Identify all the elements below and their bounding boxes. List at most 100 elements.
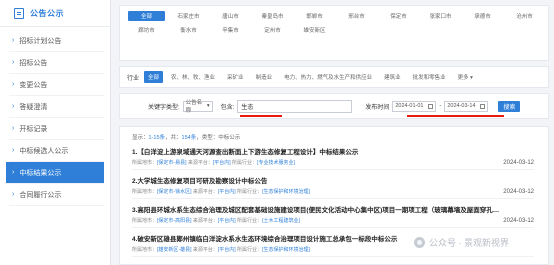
- sidebar-item-label: 变更公告: [19, 81, 48, 89]
- keyword-value: 生态: [241, 104, 254, 111]
- watermark: 公众号 · 景观新视界: [414, 236, 509, 249]
- result-date: 2024-03-12: [503, 218, 534, 224]
- meta-label: 所属行业：: [232, 160, 258, 166]
- industry-label: 行业: [127, 75, 140, 82]
- meta-label: 所属地市：: [132, 218, 158, 224]
- meta-label: 所属地市：: [132, 247, 158, 253]
- watermark-text: 公众号 · 景观新视界: [429, 238, 509, 248]
- region-filter: 全部 石家庄市 唐山市 秦皇岛市 邯郸市 邢台市 保定市 张家口市 承德市 沧州…: [119, 5, 549, 61]
- sidebar-item-opening-record[interactable]: › 开标记录: [9, 118, 104, 140]
- keyword-type-label: 关键字类型:: [148, 104, 180, 111]
- highlight-underline-keyword: [240, 115, 282, 117]
- city-tag[interactable]: [保定市-高阳县]: [157, 218, 191, 224]
- region-all[interactable]: 全部: [128, 11, 165, 21]
- source-tag[interactable]: [平台内]: [218, 247, 236, 253]
- region-handan[interactable]: 邯郸市: [296, 11, 333, 21]
- list-item: 2.大学城生态修复项目可研及勘察设计中标公告 所属地市：[保定市-徐水区] 来源…: [132, 170, 534, 199]
- sidebar: 公告公示 › 招标计划公告 › 招标公告 › 变更公告 › 答疑澄清 › 开标记录 › 中标…: [0, 0, 111, 265]
- more-label: 更多: [457, 75, 469, 81]
- chevron-right-icon: ›: [12, 59, 15, 66]
- region-xinji[interactable]: 辛集市: [212, 25, 249, 35]
- result-title-link[interactable]: 1.【白洋淀上游泉域通天河源查出断面上下游生态修复工程设计】中标结果公示: [132, 141, 534, 156]
- meta-label: 所属行业：: [237, 189, 263, 195]
- region-cangzhou[interactable]: 沧州市: [506, 11, 543, 21]
- search-button[interactable]: 搜索: [498, 100, 521, 112]
- list-item: 3.高阳县环城水系生态综合治理及城区配套基础设施建设项目(便民文化活动中心集中区…: [132, 199, 534, 228]
- industry-filter: 行业 全部 农、林、牧、渔业 采矿业 制造业 电力、热力、燃气及水生产和供应业 …: [119, 66, 549, 88]
- chevron-right-icon: ›: [12, 37, 15, 44]
- chevron-right-icon: ›: [12, 191, 15, 198]
- result-title-link[interactable]: 2.大学城生态修复项目可研及勘察设计中标公告: [132, 170, 534, 185]
- keyword-input[interactable]: 生态: [237, 99, 353, 113]
- sidebar-item-label: 答疑澄清: [19, 103, 48, 111]
- industry-more-button[interactable]: 更多 ▾: [454, 71, 477, 83]
- meta-label: 来源平台：: [192, 218, 218, 224]
- chevron-right-icon: ›: [12, 81, 15, 88]
- city-tag[interactable]: [保定市-易县]: [157, 160, 186, 166]
- region-hengshui[interactable]: 衡水市: [170, 25, 207, 35]
- sidebar-header: 公告公示: [0, 0, 110, 27]
- results-summary: 显示：1-15条，共：154条，类型：中标公示: [120, 127, 548, 141]
- region-xiongan[interactable]: 雄安新区: [296, 25, 333, 35]
- meta-label: 来源平台：: [187, 160, 213, 166]
- keyword-type-value: 公告名称: [185, 100, 203, 114]
- meta-label: 所属地市：: [132, 160, 158, 166]
- region-dingzhou[interactable]: 定州市: [254, 25, 291, 35]
- date-label: 发布时间: [365, 104, 390, 111]
- region-chengde[interactable]: 承德市: [464, 11, 501, 21]
- sidebar-item-change-notice[interactable]: › 变更公告: [9, 74, 104, 96]
- result-date: 2024-03-12: [503, 189, 534, 195]
- date-separator: -: [439, 103, 442, 109]
- sidebar-item-bid-plan[interactable]: › 招标计划公告: [9, 30, 104, 52]
- industry-construction[interactable]: 建筑业: [380, 71, 405, 83]
- industry-tag[interactable]: [土木工程建筑业]: [262, 218, 300, 224]
- result-title-link[interactable]: 3.高阳县环城水系生态综合治理及城区配套基础设施建设项目(便民文化活动中心集中区…: [132, 199, 534, 214]
- sidebar-item-label: 开标记录: [19, 125, 48, 133]
- region-baoding[interactable]: 保定市: [380, 11, 417, 21]
- chevron-down-icon: ▾: [470, 75, 473, 81]
- chevron-down-icon: ▾: [206, 103, 210, 109]
- industry-tag[interactable]: [生态保护和环境治理]: [262, 189, 310, 195]
- region-langfang[interactable]: 廊坊市: [128, 25, 165, 35]
- sidebar-item-label: 中标结果公示: [19, 169, 62, 177]
- highlight-underline-date: [407, 115, 504, 117]
- source-tag[interactable]: [平台内]: [213, 160, 231, 166]
- sidebar-title: 公告公示: [30, 8, 64, 18]
- date-to-value: 2024-03-14: [447, 103, 476, 109]
- source-tag[interactable]: [平台内]: [218, 218, 236, 224]
- meta-label: 所属行业：: [237, 247, 263, 253]
- industry-all[interactable]: 全部: [144, 71, 164, 83]
- sidebar-item-candidates[interactable]: › 中标候选人公示: [9, 140, 104, 162]
- industry-tag[interactable]: [专业技术服务业]: [257, 160, 295, 166]
- region-qinhuangdao[interactable]: 秦皇岛市: [254, 11, 291, 21]
- keyword-type-select[interactable]: 公告名称 ▾: [182, 100, 213, 114]
- industry-manufacturing[interactable]: 制造业: [252, 71, 277, 83]
- sidebar-item-label: 中标候选人公示: [19, 147, 69, 155]
- meta-label: 来源平台：: [192, 189, 218, 195]
- industry-tag[interactable]: [生态保护和环境治理]: [262, 247, 310, 253]
- industry-agriculture[interactable]: 农、林、牧、渔业: [167, 71, 219, 83]
- region-shijiazhuang[interactable]: 石家庄市: [170, 11, 207, 21]
- region-xingtai[interactable]: 邢台市: [338, 11, 375, 21]
- region-tangshan[interactable]: 唐山市: [212, 11, 249, 21]
- meta-label: 所属地市：: [132, 189, 158, 195]
- chevron-right-icon: ›: [12, 147, 15, 154]
- city-tag[interactable]: [保定市-徐水区]: [157, 189, 191, 195]
- date-to-input[interactable]: 2024-03-14: [444, 100, 489, 112]
- sidebar-item-contract[interactable]: › 合同履行公示: [9, 184, 104, 206]
- list-item: 1.【白洋淀上游泉域通天河源查出断面上下游生态修复工程设计】中标结果公示 所属地…: [132, 141, 534, 170]
- city-tag[interactable]: [雄安新区-雄县]: [157, 247, 191, 253]
- industry-retail[interactable]: 批发和零售业: [409, 71, 450, 83]
- industry-utilities[interactable]: 电力、热力、燃气及水生产和供应业: [280, 71, 376, 83]
- date-from-input[interactable]: 2024-01-01: [392, 100, 437, 112]
- industry-mining[interactable]: 采矿业: [223, 71, 248, 83]
- region-zhangjiakou[interactable]: 张家口市: [422, 11, 459, 21]
- sidebar-item-qa[interactable]: › 答疑澄清: [9, 96, 104, 118]
- calendar-icon: [480, 103, 486, 109]
- contains-label: 包含:: [220, 104, 235, 111]
- sidebar-item-label: 招标计划公告: [19, 37, 62, 45]
- date-from-value: 2024-01-01: [395, 103, 424, 109]
- source-tag[interactable]: [平台内]: [218, 189, 236, 195]
- sidebar-item-award-result[interactable]: › 中标结果公示: [6, 162, 104, 184]
- sidebar-item-bid-notice[interactable]: › 招标公告: [9, 52, 104, 74]
